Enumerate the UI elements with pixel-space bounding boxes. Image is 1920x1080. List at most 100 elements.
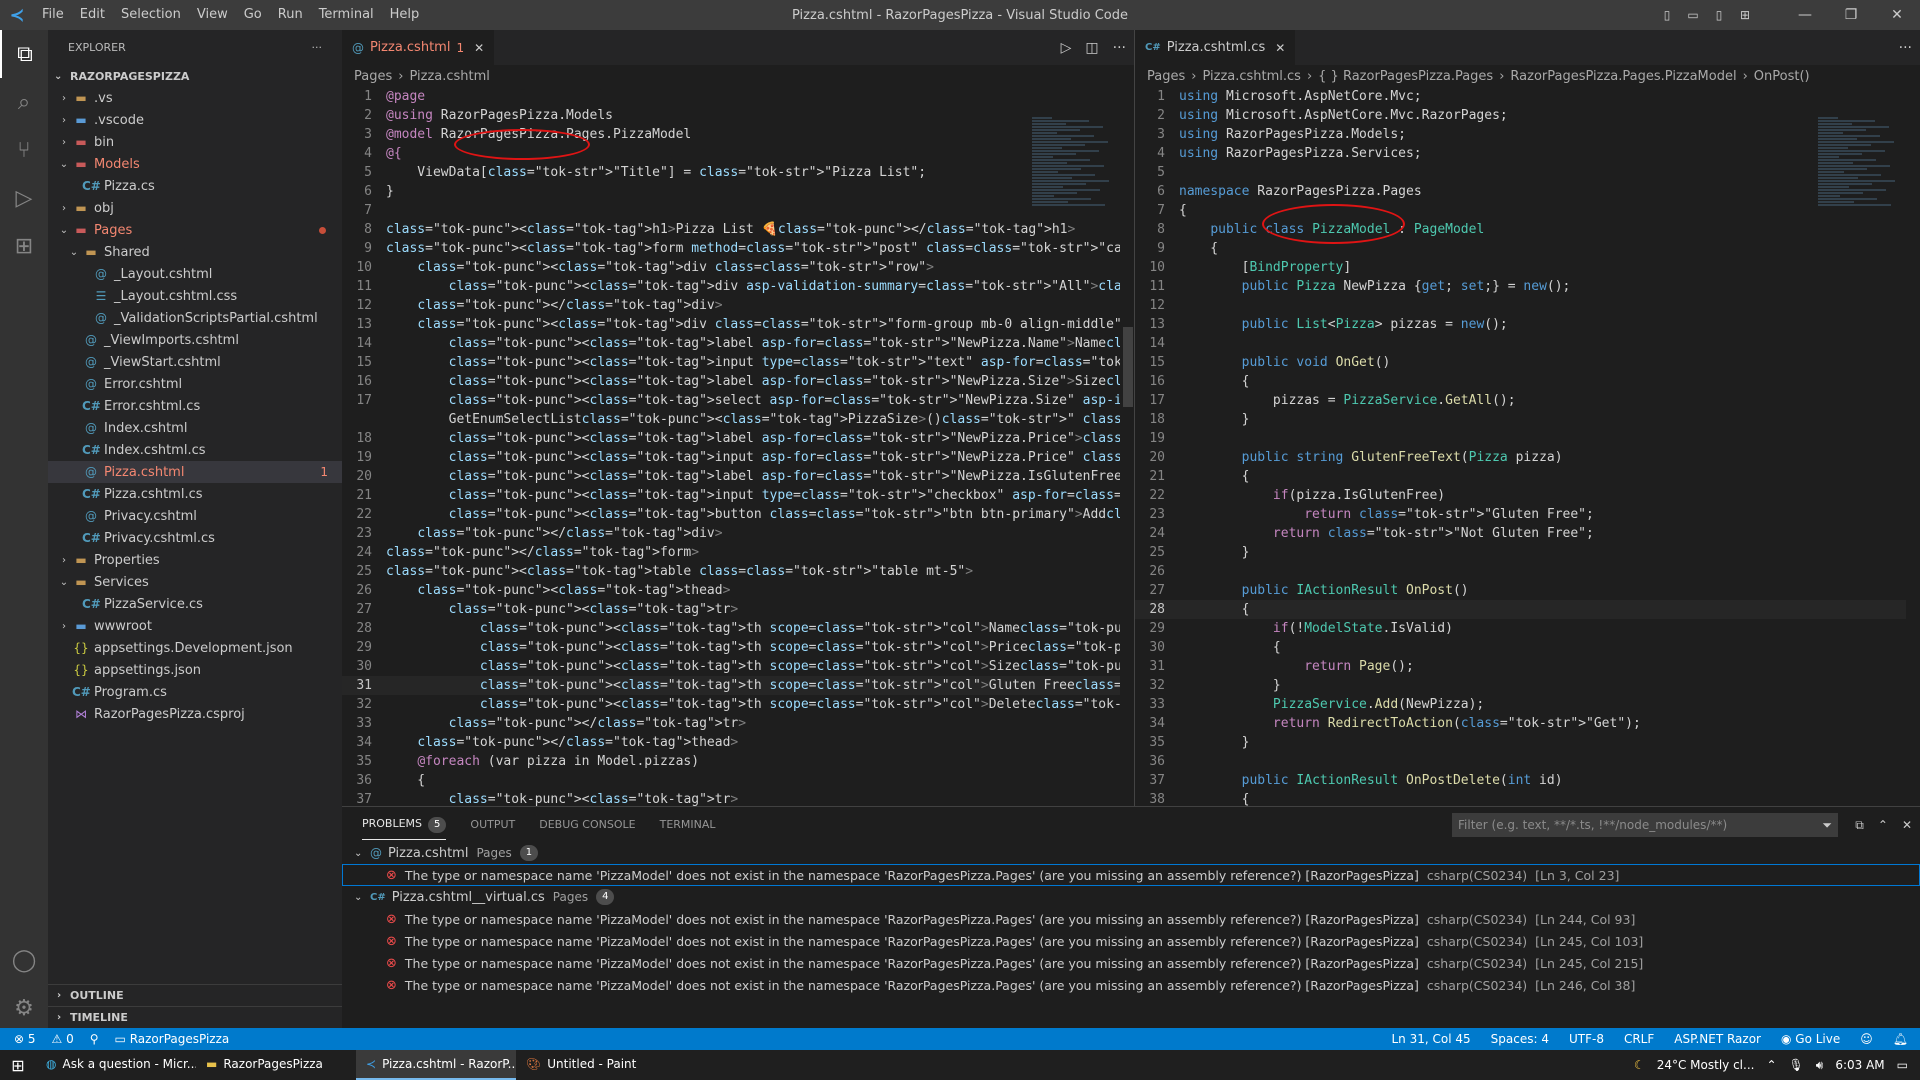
run-debug-icon[interactable]: ▷ bbox=[0, 174, 48, 222]
breadcrumb-item[interactable]: Pizza.cshtml bbox=[409, 69, 489, 84]
tree-item[interactable]: {} appsettings.json bbox=[48, 659, 342, 681]
tree-item[interactable]: ⋈ RazorPagesPizza.csproj bbox=[48, 703, 342, 725]
tab-terminal[interactable]: TERMINAL bbox=[660, 818, 716, 831]
notification-center-icon[interactable]: ▭ bbox=[1897, 1058, 1908, 1072]
tree-item[interactable]: ⌄ ▬ Shared bbox=[48, 241, 342, 263]
tab-pizza-cshtml-cs[interactable]: C# Pizza.cshtml.cs ✕ bbox=[1135, 30, 1297, 65]
tree-item[interactable]: C# Pizza.cs bbox=[48, 175, 342, 197]
menu-item-help[interactable]: Help bbox=[382, 0, 428, 30]
tab-problems[interactable]: PROBLEMS 5 bbox=[362, 810, 447, 840]
menu-item-selection[interactable]: Selection bbox=[113, 0, 189, 30]
problem-row[interactable]: ⊗ The type or namespace name 'PizzaModel'… bbox=[342, 908, 1920, 930]
tree-item[interactable]: › ▬ .vs bbox=[48, 87, 342, 109]
tree-item[interactable]: @ _ViewStart.cshtml bbox=[48, 351, 342, 373]
tab-output[interactable]: OUTPUT bbox=[470, 818, 515, 831]
source-control-icon[interactable]: ⑂ bbox=[0, 126, 48, 174]
tree-item[interactable]: › ▬ .vscode bbox=[48, 109, 342, 131]
minimize-button[interactable]: — bbox=[1782, 0, 1828, 30]
go-live-button[interactable]: ◉ Go Live bbox=[1781, 1032, 1840, 1046]
tray-chevron-up-icon[interactable]: ⌃ bbox=[1766, 1058, 1776, 1072]
tab-pizza-cshtml[interactable]: @ Pizza.cshtml 1 ✕ bbox=[342, 30, 496, 65]
encoding[interactable]: UTF-8 bbox=[1569, 1032, 1604, 1046]
taskbar-item[interactable]: ≺ Pizza.cshtml - RazorP... bbox=[356, 1050, 516, 1080]
cursor-position[interactable]: Ln 31, Col 45 bbox=[1392, 1032, 1471, 1046]
tree-item[interactable]: C# Program.cs bbox=[48, 681, 342, 703]
code-editor-left[interactable]: 1 @page 2 @using RazorPagesPizza.Models 3 @mo… bbox=[342, 87, 1134, 806]
menu-item-edit[interactable]: Edit bbox=[72, 0, 113, 30]
line-ending[interactable]: CRLF bbox=[1624, 1032, 1654, 1046]
toggle-sidebar-icon[interactable]: ▯ bbox=[1656, 6, 1678, 24]
tree-item[interactable]: C# Error.cshtml.cs bbox=[48, 395, 342, 417]
breadcrumb-item[interactable]: Pages bbox=[1147, 69, 1185, 84]
close-tab-icon[interactable]: ✕ bbox=[474, 41, 484, 55]
more-actions-icon[interactable]: ··· bbox=[312, 41, 323, 54]
tree-item[interactable]: › ▬ wwwroot bbox=[48, 615, 342, 637]
tree-item[interactable]: @ Index.cshtml bbox=[48, 417, 342, 439]
customize-layout-icon[interactable]: ⊞ bbox=[1734, 6, 1756, 24]
indentation[interactable]: Spaces: 4 bbox=[1491, 1032, 1549, 1046]
minimap-left[interactable] bbox=[1032, 117, 1112, 207]
menu-item-view[interactable]: View bbox=[189, 0, 236, 30]
minimap-right[interactable] bbox=[1818, 117, 1898, 207]
tree-item[interactable]: C# Privacy.cshtml.cs bbox=[48, 527, 342, 549]
more-actions-icon[interactable]: ··· bbox=[1899, 40, 1912, 56]
scrollbar-left[interactable] bbox=[1120, 87, 1134, 806]
tree-item[interactable]: @ Privacy.cshtml bbox=[48, 505, 342, 527]
clock[interactable]: 6:03 AM bbox=[1835, 1058, 1884, 1072]
tree-item[interactable]: ☰ _Layout.cshtml.css bbox=[48, 285, 342, 307]
account-icon[interactable]: ◯ bbox=[0, 936, 48, 984]
errors-count[interactable]: ⊗ 5 bbox=[14, 1032, 36, 1046]
microphone-icon[interactable]: 🎙︎ bbox=[1789, 1058, 1804, 1072]
maximize-panel-icon[interactable]: ⌃ bbox=[1878, 818, 1888, 832]
notifications-bell-icon[interactable]: 🔔︎ bbox=[1893, 1032, 1908, 1046]
warnings-count[interactable]: ⚠ 0 bbox=[52, 1032, 74, 1046]
tree-item[interactable]: @ _Layout.cshtml bbox=[48, 263, 342, 285]
volume-icon[interactable]: 🔊︎ bbox=[1816, 1058, 1824, 1073]
explorer-icon[interactable]: ⧉ bbox=[0, 30, 48, 78]
taskbar-item[interactable]: 🎨︎ Untitled - Paint bbox=[516, 1050, 676, 1080]
tab-debug-console[interactable]: DEBUG CONSOLE bbox=[539, 818, 635, 831]
menu-item-terminal[interactable]: Terminal bbox=[311, 0, 382, 30]
tree-item[interactable]: {} appsettings.Development.json bbox=[48, 637, 342, 659]
problem-row[interactable]: ⊗ The type or namespace name 'PizzaModel'… bbox=[342, 952, 1920, 974]
scrollbar-thumb[interactable] bbox=[1909, 87, 1919, 347]
close-tab-icon[interactable]: ✕ bbox=[1275, 41, 1285, 55]
windows-start-icon[interactable]: ⊞ bbox=[0, 1050, 36, 1080]
problem-row[interactable]: ⊗ The type or namespace name 'PizzaModel'… bbox=[342, 864, 1920, 886]
scrollbar-right[interactable] bbox=[1906, 87, 1920, 806]
problem-file-group[interactable]: ⌄ C# Pizza.cshtml__virtual.cs Pages 4 bbox=[342, 886, 1920, 908]
filter-icon[interactable]: ⏷ bbox=[1822, 818, 1832, 833]
tree-item[interactable]: @ Pizza.cshtml 1 bbox=[48, 461, 342, 483]
search-icon[interactable]: ⌕ bbox=[0, 78, 48, 126]
scrollbar-thumb[interactable] bbox=[1123, 327, 1133, 407]
tree-item[interactable]: @ _ValidationScriptsPartial.cshtml bbox=[48, 307, 342, 329]
more-actions-icon[interactable]: ··· bbox=[1113, 40, 1126, 56]
remote-icon[interactable]: ⚲ bbox=[90, 1032, 99, 1046]
toggle-secondary-sidebar-icon[interactable]: ▯ bbox=[1708, 6, 1730, 24]
timeline-section[interactable]: › TIMELINE bbox=[48, 1006, 342, 1028]
problem-row[interactable]: ⊗ The type or namespace name 'PizzaModel'… bbox=[342, 930, 1920, 952]
taskbar-item[interactable]: ▬ RazorPagesPizza bbox=[196, 1050, 356, 1080]
problem-file-group[interactable]: ⌄ @ Pizza.cshtml Pages 1 bbox=[342, 842, 1920, 864]
weather-text[interactable]: 24°C Mostly cl... bbox=[1657, 1058, 1755, 1072]
tree-item[interactable]: ⌄ ▬ Services bbox=[48, 571, 342, 593]
tree-item[interactable]: C# Pizza.cshtml.cs bbox=[48, 483, 342, 505]
settings-gear-icon[interactable]: ⚙ bbox=[0, 984, 48, 1032]
tree-item[interactable]: ⌄ ▬ Models bbox=[48, 153, 342, 175]
tree-item[interactable]: @ Error.cshtml bbox=[48, 373, 342, 395]
taskbar-item[interactable]: ◍ Ask a question - Micr... bbox=[36, 1050, 196, 1080]
tree-item[interactable]: › ▬ bin bbox=[48, 131, 342, 153]
toggle-panel-icon[interactable]: ▭ bbox=[1682, 6, 1704, 24]
close-panel-icon[interactable]: ✕ bbox=[1902, 818, 1912, 832]
breadcrumb-item[interactable]: RazorPagesPizza.Pages.PizzaModel bbox=[1510, 69, 1736, 84]
outline-section[interactable]: › OUTLINE bbox=[48, 984, 342, 1006]
menu-item-go[interactable]: Go bbox=[236, 0, 270, 30]
tree-item[interactable]: › ▬ Properties bbox=[48, 549, 342, 571]
weather-moon-icon[interactable]: ☾ bbox=[1634, 1058, 1645, 1072]
problems-filter-input[interactable]: Filter (e.g. text, **/*.ts, !**/node_mod… bbox=[1452, 813, 1838, 837]
collapse-all-icon[interactable]: ⧉ bbox=[1855, 818, 1864, 833]
breadcrumb-item[interactable]: Pages bbox=[354, 69, 392, 84]
code-editor-right[interactable]: 1 using Microsoft.AspNetCore.Mvc; 2 using M… bbox=[1135, 87, 1920, 806]
split-editor-icon[interactable]: ◫ bbox=[1085, 40, 1098, 56]
tree-item[interactable]: ⌄ ▬ Pages bbox=[48, 219, 342, 241]
